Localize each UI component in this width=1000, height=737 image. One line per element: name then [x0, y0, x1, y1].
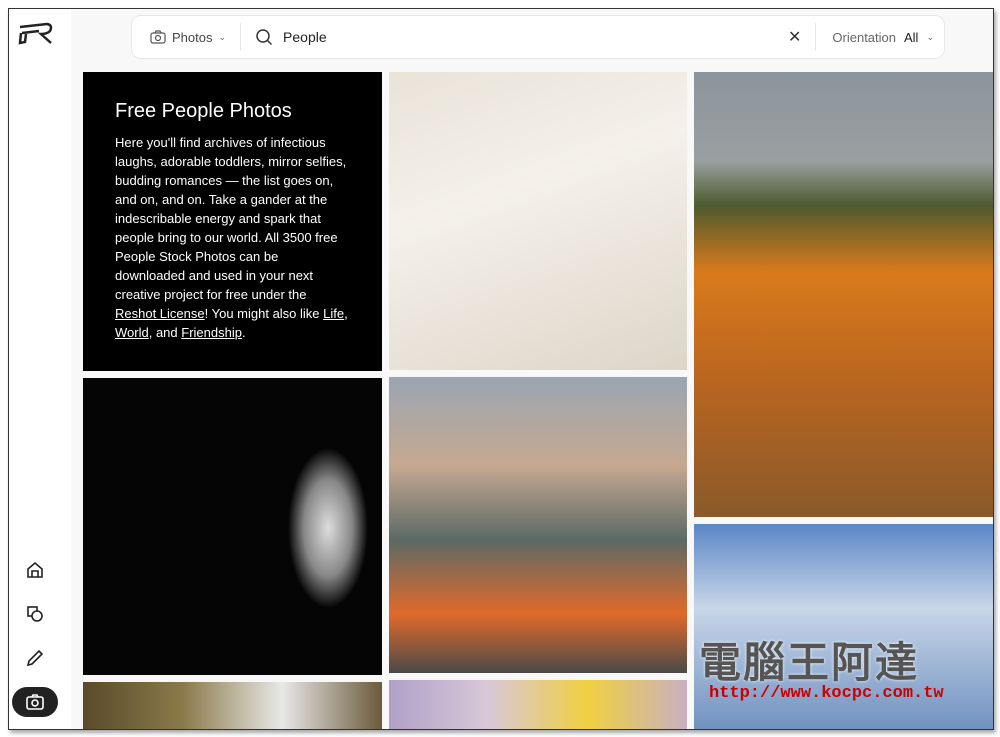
intro-card: Free People Photos Here you'll find arch… — [83, 72, 382, 371]
watermark-url: http://www.kocpc.com.tw — [709, 684, 944, 703]
photo-stairs[interactable] — [389, 72, 687, 370]
photo-portrait[interactable] — [83, 682, 382, 729]
camera-icon — [150, 30, 166, 44]
photo-watchmaker[interactable] — [389, 377, 687, 673]
photos-nav-button[interactable] — [12, 687, 58, 717]
search-input[interactable] — [283, 29, 764, 45]
life-link[interactable]: Life — [323, 306, 344, 321]
orientation-value: All — [904, 29, 919, 45]
camera-icon — [26, 694, 44, 710]
shapes-icon — [27, 606, 43, 622]
separator: , and — [148, 325, 182, 340]
search-icon — [256, 29, 273, 46]
chevron-down-icon: ⌄ — [218, 31, 227, 42]
media-type-label: Photos — [172, 29, 213, 45]
search-bar: Photos ⌄ ✕ Orientation All ⌄ — [131, 15, 945, 59]
media-type-dropdown[interactable]: Photos ⌄ — [132, 23, 242, 51]
close-icon: ✕ — [788, 29, 802, 46]
license-link[interactable]: Reshot License — [115, 306, 205, 321]
pencil-icon — [26, 649, 44, 667]
shapes-nav-button[interactable] — [12, 599, 58, 629]
orientation-label: Orientation — [832, 29, 896, 45]
sidebar — [9, 9, 71, 729]
photo-striped-hat[interactable] — [83, 378, 382, 675]
separator: . — [241, 325, 246, 340]
separator: , — [344, 306, 348, 321]
edit-nav-button[interactable] — [12, 643, 58, 673]
intro-description: Here you'll find archives of infectious … — [115, 133, 350, 342]
intro-text: Here you'll find archives of infectious … — [115, 135, 347, 302]
clear-search-button[interactable]: ✕ — [774, 23, 817, 51]
chevron-down-icon: ⌄ — [926, 31, 934, 42]
friendship-link[interactable]: Friendship — [181, 325, 242, 340]
home-nav-button[interactable] — [12, 555, 58, 585]
world-link[interactable]: World — [115, 325, 149, 340]
page-title: Free People Photos — [115, 100, 292, 122]
photo-pumpkin-field[interactable] — [694, 72, 993, 517]
photo-street[interactable] — [389, 680, 687, 729]
app-window: Photos ⌄ ✕ Orientation All ⌄ Free People… — [8, 8, 994, 730]
intro-text: ! You might also like — [204, 306, 324, 321]
watermark-text: 電腦王阿達 — [699, 639, 920, 686]
reshot-logo[interactable] — [17, 21, 55, 47]
orientation-dropdown[interactable]: All ⌄ — [904, 30, 944, 45]
home-icon — [27, 561, 43, 578]
